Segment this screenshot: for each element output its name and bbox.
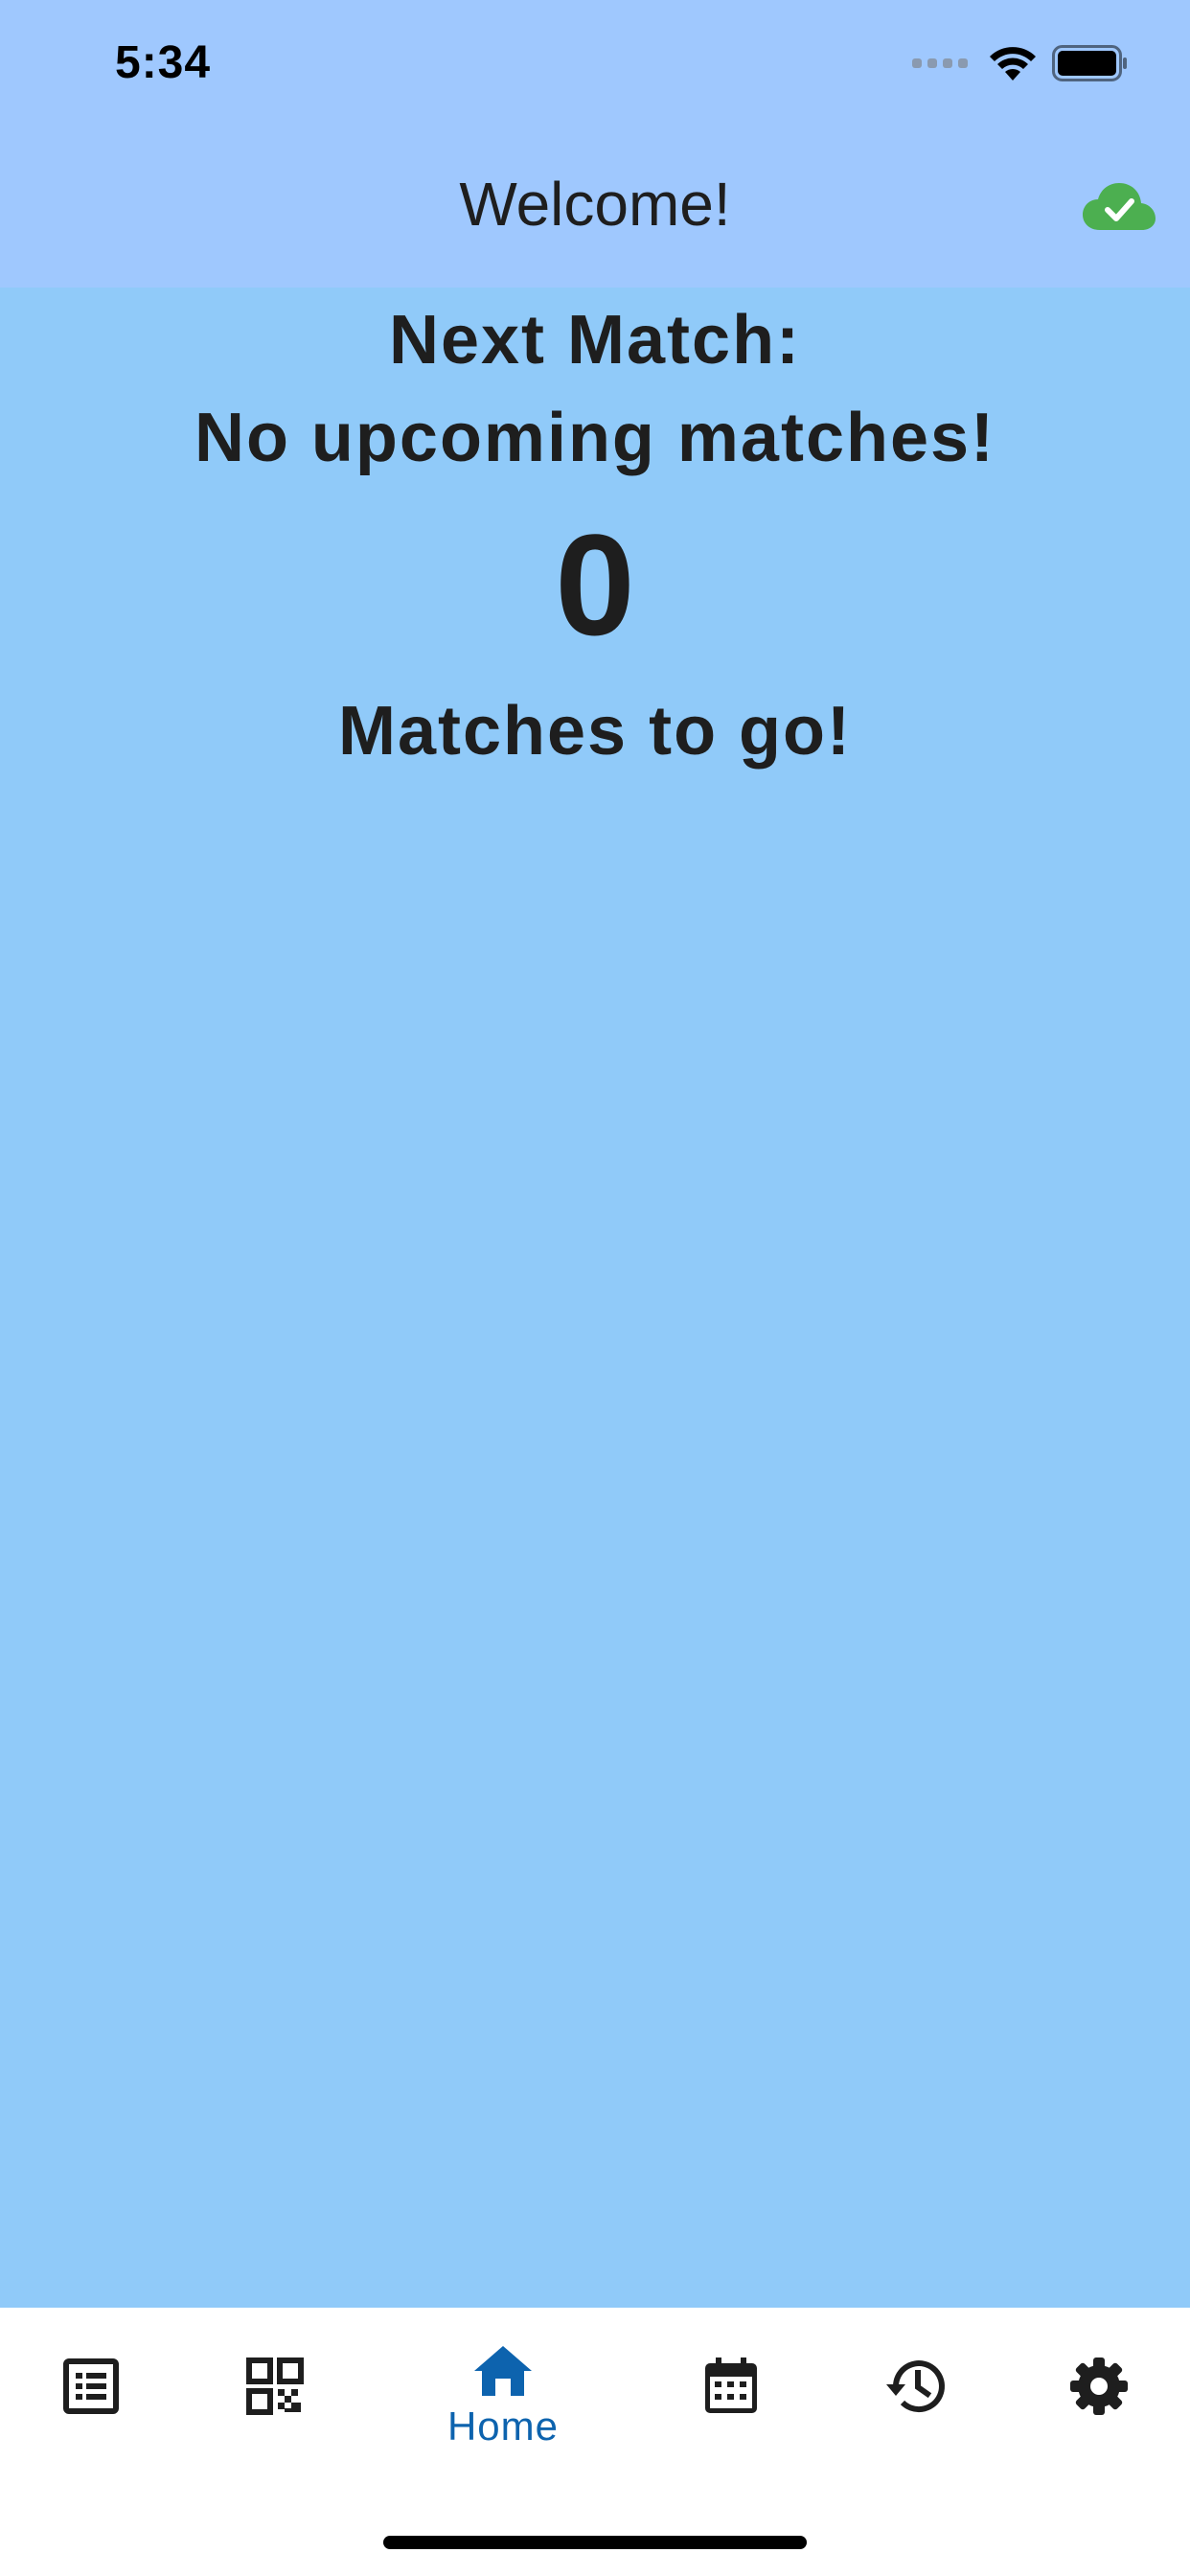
status-time: 5:34	[115, 37, 212, 88]
cellular-signal-icon	[912, 58, 968, 68]
next-match-label: Next Match:	[388, 302, 802, 379]
settings-icon	[1070, 2358, 1128, 2415]
cloud-done-icon	[1083, 183, 1156, 230]
battery-icon	[1052, 45, 1127, 81]
qr-code-icon	[246, 2358, 304, 2415]
calendar-icon	[705, 2358, 757, 2413]
page-title: Welcome!	[459, 170, 731, 239]
nav-item-history[interactable]	[824, 2308, 1006, 2499]
nav-label-home: Home	[446, 2404, 560, 2449]
app-bar: 5:34 Welcome!	[0, 0, 1190, 288]
history-icon	[886, 2360, 945, 2413]
home-icon	[474, 2346, 532, 2396]
nav-item-qr-scan[interactable]	[184, 2308, 366, 2499]
wifi-icon	[990, 47, 1036, 80]
next-match-value: No upcoming matches!	[194, 400, 996, 476]
matches-to-go-label: Matches to go!	[337, 693, 852, 770]
nav-item-list[interactable]	[0, 2308, 182, 2499]
list-icon	[63, 2358, 119, 2414]
sync-status-button[interactable]	[1081, 180, 1157, 234]
home-content: Next Match: No upcoming matches! 0 Match…	[0, 288, 1190, 2308]
nav-item-home[interactable]: Home	[412, 2308, 594, 2499]
home-indicator[interactable]	[383, 2536, 807, 2549]
status-indicators	[912, 42, 1129, 84]
nav-item-settings[interactable]	[1008, 2308, 1190, 2499]
nav-item-calendar[interactable]	[640, 2308, 822, 2499]
matches-count: 0	[555, 504, 635, 665]
